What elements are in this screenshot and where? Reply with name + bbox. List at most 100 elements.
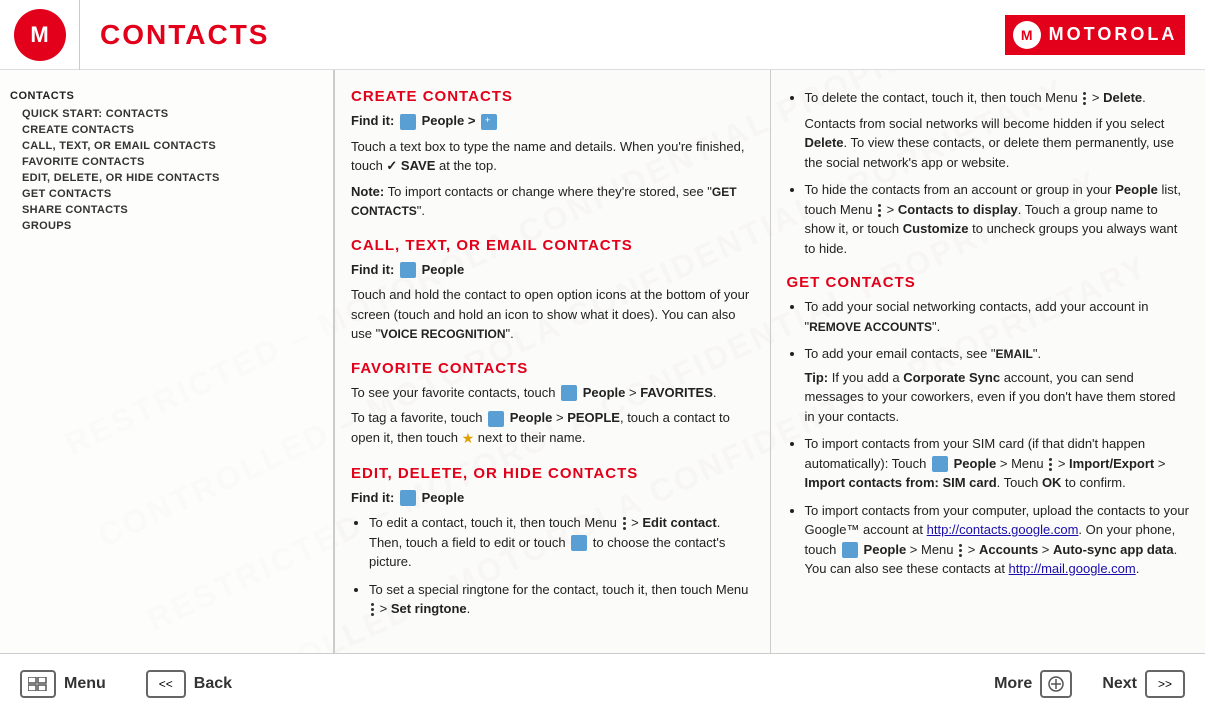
content-area: CREATE CONTACTS Find it: People > + Touc… [335,70,1205,653]
menu-dots-icon-1 [623,517,626,530]
sidebar-item-quick-start[interactable]: QUICK START: CONTACTS [10,106,323,122]
call-text-body: Touch and hold the contact to open optio… [351,285,754,344]
corporate-sync-bold: Corporate Sync [903,370,1000,385]
get-contacts-link[interactable]: GET CONTACTS [351,185,737,219]
computer-import-bullet: To import contacts from your computer, u… [805,501,1190,579]
footer: Menu << Back More Next >> [0,653,1205,713]
menu-button[interactable]: Menu [20,670,106,698]
delete-select-bold: Delete [805,135,844,150]
people-bold-comp: People [864,542,907,557]
header-logo-area: M [0,0,80,70]
sidebar-item-create-contacts[interactable]: CREATE CONTACTS [10,122,323,138]
sidebar: CONTACTS QUICK START: CONTACTS CREATE CO… [0,70,335,653]
customize-bold: Customize [903,221,969,236]
header-title-area: CONTACTS [80,19,1005,51]
favorite-contacts-heading: FAVORITE CONTACTS [351,360,754,377]
call-text-findit: Find it: People [351,260,754,280]
create-contacts-findit: Find it: People > + [351,111,754,131]
more-button[interactable]: More [994,670,1072,698]
sidebar-item-favorite-contacts[interactable]: FAVORITE CONTACTS [10,154,323,170]
people-icon-3 [561,385,577,401]
star-icon: ★ [462,430,475,446]
brand-circle-icon: M [1013,21,1041,49]
sidebar-item-groups[interactable]: GROUPS [10,218,323,234]
edit-delete-findit: Find it: People [351,488,754,508]
more-icon [1040,670,1072,698]
ringtone-bullet: To set a special ringtone for the contac… [369,580,754,619]
menu-label[interactable]: Menu [64,675,106,693]
header-brand: M MOTOROLA [1005,15,1205,55]
person-silhouette-icon [571,535,587,551]
get-contacts-bullets: To add your social networking contacts, … [787,297,1190,579]
next-arrows-text: >> [1158,677,1172,691]
people-icon-4 [488,411,504,427]
social-networking-bullet: To add your social networking contacts, … [805,297,1190,336]
tip-text: Tip: If you add a Corporate Sync account… [805,368,1190,427]
sim-import-bullet: To import contacts from your SIM card (i… [805,434,1190,493]
people-text-3: People [583,385,626,400]
get-contacts-heading: GET CONTACTS [787,274,1190,291]
more-circle-icon [1047,675,1065,693]
page-title: CONTACTS [100,19,269,50]
import-sim-bold: Import contacts from: SIM card [805,475,997,490]
people-text-2: People [422,262,465,277]
people-icon-6 [932,456,948,472]
add-person-icon: + [481,114,497,130]
back-label[interactable]: Back [194,675,232,693]
brand-logo-bar: M MOTOROLA [1005,15,1185,55]
sidebar-item-call-text-email[interactable]: CALL, TEXT, OR EMAIL CONTACTS [10,138,323,154]
header: M CONTACTS M MOTOROLA [0,0,1205,70]
people-icon-7 [842,542,858,558]
sidebar-item-edit-delete-hide[interactable]: EDIT, DELETE, OR HIDE CONTACTS [10,170,323,186]
people-icon-5 [400,490,416,506]
people-text-1: People > [422,113,479,128]
people-bold: People [1115,182,1158,197]
more-label[interactable]: More [994,675,1032,693]
back-button[interactable]: << Back [146,670,232,698]
menu-dots-icon-4 [878,204,881,217]
menu-dots-icon-3 [1083,92,1086,105]
right-bullets-top: To delete the contact, touch it, then to… [787,88,1190,258]
back-arrows-text: << [159,677,173,691]
import-export-bold: Import/Export [1069,456,1154,471]
contacts-to-display-bold: Contacts to display [898,202,1018,217]
col-right: To delete the contact, touch it, then to… [771,70,1205,653]
accounts-bold: Accounts [979,542,1038,557]
email-contacts-bullet: To add your email contacts, see "EMAIL".… [805,344,1190,426]
save-text: ✓ SAVE [386,158,435,173]
call-text-email-heading: CALL, TEXT, OR EMAIL CONTACTS [351,237,754,254]
brand-name-text: MOTOROLA [1049,24,1178,45]
set-ringtone-bold: Set ringtone [391,601,467,616]
people-icon-2 [400,262,416,278]
create-contacts-body: Touch a text box to type the name and de… [351,137,754,176]
main-layout: CONTACTS QUICK START: CONTACTS CREATE CO… [0,70,1205,653]
ok-bold: OK [1042,475,1062,490]
favorite-contacts-body1: To see your favorite contacts, touch Peo… [351,383,754,403]
edit-delete-bullets: To edit a contact, touch it, then touch … [351,513,754,619]
delete-contact-bullet: To delete the contact, touch it, then to… [805,88,1190,172]
menu-grid-icon [28,677,48,691]
next-icon: >> [1145,670,1185,698]
email-link[interactable]: EMAIL [996,347,1033,361]
sidebar-item-share-contacts[interactable]: SHARE CONTACTS [10,202,323,218]
delete-bold: Delete [1103,90,1142,105]
find-it-label-3: Find it: [351,490,394,505]
delete-body-text: Contacts from social networks will becom… [805,114,1190,173]
sidebar-item-get-contacts[interactable]: GET CONTACTS [10,186,323,202]
google-contacts-link[interactable]: http://contacts.google.com [927,522,1079,537]
tip-label: Tip: [805,370,829,385]
remove-accounts-link[interactable]: REMOVE ACCOUNTS [809,320,932,334]
favorites-text: FAVORITES [640,385,713,400]
back-icon: << [146,670,186,698]
next-button[interactable]: Next >> [1102,670,1185,698]
menu-dots-icon-2 [371,603,374,616]
menu-dots-icon-5 [1049,458,1052,471]
note-label: Note: [351,184,384,199]
voice-recognition-text: VOICE RECOGNITION [380,327,505,341]
next-label[interactable]: Next [1102,675,1137,693]
hide-contact-bullet: To hide the contacts from an account or … [805,180,1190,258]
people-icon-1 [400,114,416,130]
create-contacts-heading: CREATE CONTACTS [351,88,754,105]
gmail-link[interactable]: http://mail.google.com [1009,561,1136,576]
favorite-contacts-body2: To tag a favorite, touch People > PEOPLE… [351,408,754,449]
